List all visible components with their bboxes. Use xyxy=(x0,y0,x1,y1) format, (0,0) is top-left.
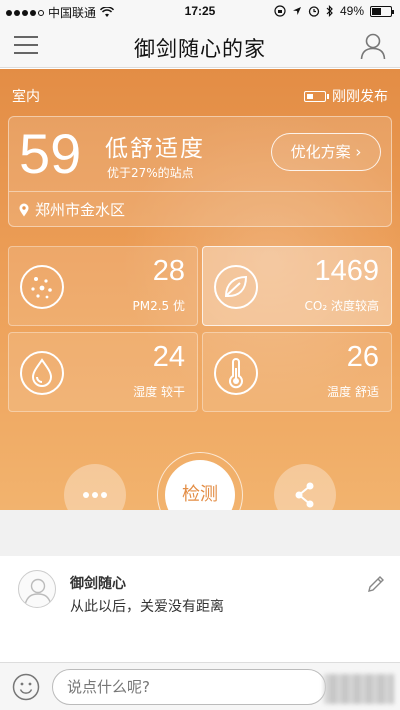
more-dots-icon xyxy=(83,492,107,498)
watermark-blur xyxy=(324,674,394,704)
device-battery-icon xyxy=(304,90,329,102)
comfort-summary-card: 59 低舒适度 优于27%的站点 优化方案 › 郑州市金水区 xyxy=(8,116,392,227)
metric-temperature[interactable]: 26 温度 舒适 xyxy=(202,332,392,412)
metric-label: CO₂ 浓度较高 xyxy=(304,299,379,313)
comment-input[interactable] xyxy=(52,669,326,705)
battery-icon xyxy=(370,5,394,17)
comfort-score: 59 xyxy=(19,122,82,185)
post-text: 从此以后，关爱没有距离 xyxy=(70,599,224,615)
publish-status: 刚刚发布 xyxy=(304,86,388,106)
metric-label: 温度 舒适 xyxy=(327,385,379,399)
metric-humidity[interactable]: 24 湿度 较干 xyxy=(8,332,198,412)
metric-value: 1469 xyxy=(314,255,379,287)
metric-pm25[interactable]: 28 PM2.5 优 xyxy=(8,246,198,326)
indoor-panel: 室内 刚刚发布 59 低舒适度 优于27%的站点 优化方案 › 郑州市金水区 2… xyxy=(0,69,400,510)
battery-percent: 49% xyxy=(339,4,364,18)
publish-status-text: 刚刚发布 xyxy=(332,89,388,105)
user-profile-icon[interactable] xyxy=(360,32,386,60)
metric-label: PM2.5 优 xyxy=(132,299,186,313)
location[interactable]: 郑州市金水区 xyxy=(19,199,125,220)
status-right: 49% xyxy=(274,4,394,18)
metric-value: 28 xyxy=(152,255,185,287)
location-text: 郑州市金水区 xyxy=(35,201,126,219)
comfort-level: 低舒适度 xyxy=(105,136,205,162)
default-avatar-icon xyxy=(24,578,52,606)
divider xyxy=(9,191,391,192)
share-button[interactable] xyxy=(274,464,336,510)
bluetooth-icon xyxy=(326,5,333,17)
ranking-text: 优于27%的站点 xyxy=(107,166,194,180)
metric-value: 24 xyxy=(152,341,185,373)
optimize-button[interactable]: 优化方案 › xyxy=(271,133,381,171)
status-bar: 中国联通 17:25 49% xyxy=(0,0,400,24)
emoji-icon[interactable] xyxy=(12,673,40,701)
thermometer-icon xyxy=(214,351,258,395)
page-title: 御剑随心的家 xyxy=(134,37,266,61)
metric-co2[interactable]: 1469 CO₂ 浓度较高 xyxy=(202,246,392,326)
location-arrow-icon xyxy=(292,7,301,15)
metric-value: 26 xyxy=(346,341,379,373)
chevron-right-icon: › xyxy=(350,143,362,161)
post-card: 御剑随心 从此以后，关爱没有距离 xyxy=(0,510,400,650)
rotation-lock-icon xyxy=(274,5,286,17)
nav-bar: 御剑随心的家 xyxy=(0,24,400,68)
avatar[interactable] xyxy=(18,570,56,608)
post-author[interactable]: 御剑随心 xyxy=(70,573,126,593)
optimize-button-label: 优化方案 xyxy=(290,143,351,161)
water-drop-icon xyxy=(20,351,64,395)
location-pin-icon xyxy=(19,203,29,216)
edit-pencil-icon[interactable] xyxy=(366,574,386,594)
section-gap xyxy=(0,510,400,556)
particles-icon xyxy=(20,265,64,309)
alarm-icon xyxy=(308,6,320,17)
share-icon xyxy=(295,482,314,508)
more-button[interactable] xyxy=(64,464,126,510)
metric-label: 湿度 较干 xyxy=(133,385,185,399)
section-label: 室内 xyxy=(12,89,40,105)
leaf-icon xyxy=(214,265,258,309)
